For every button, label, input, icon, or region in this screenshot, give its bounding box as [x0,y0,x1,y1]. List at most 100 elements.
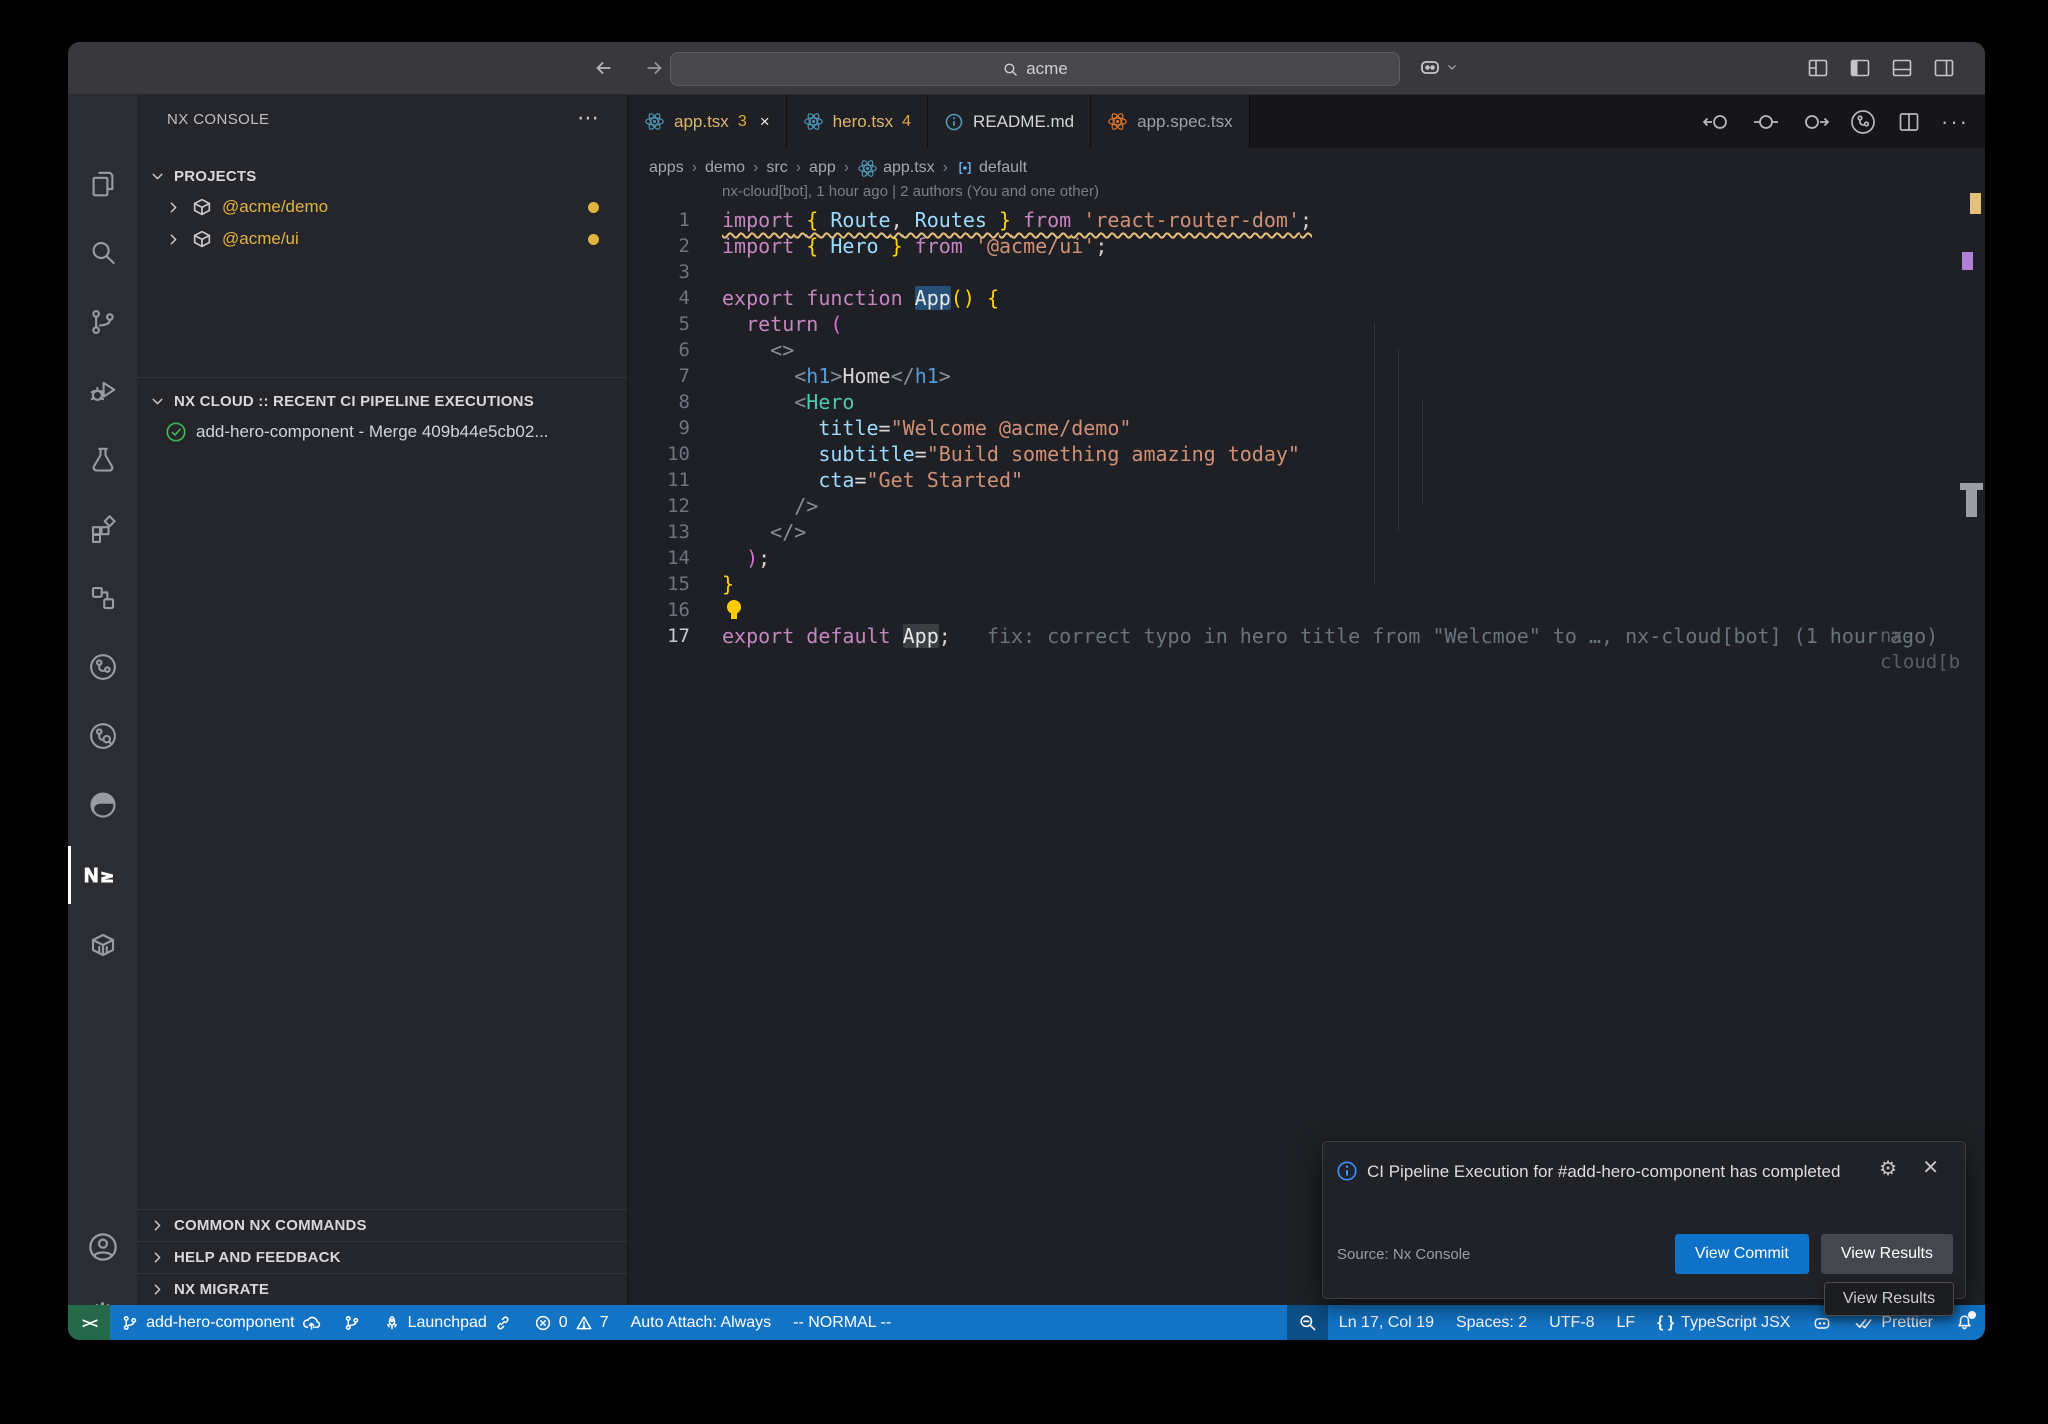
activity-item-commit-search[interactable] [84,717,122,755]
activity-item-run-debug[interactable] [84,372,122,410]
activity-item-explorer[interactable] [84,165,122,203]
branch-icon [343,1314,361,1332]
code-line[interactable]: 3 [628,259,1985,285]
activity-item-account[interactable] [84,1228,122,1266]
code-area[interactable]: 1import { Route, Routes } from 'react-ro… [628,207,1985,649]
problems[interactable]: 07 [523,1305,620,1340]
auto-attach[interactable]: Auto Attach: Always [620,1305,783,1340]
next-revision-button[interactable] [1799,110,1829,134]
activity-item-search[interactable] [84,234,122,272]
link-icon [494,1314,512,1332]
zoom-button[interactable] [1287,1305,1328,1340]
activity-item-source-control[interactable] [84,303,122,341]
git-graph-button[interactable] [332,1305,372,1340]
activity-item-testing[interactable] [84,441,122,479]
vim-mode[interactable]: -- NORMAL -- [782,1305,902,1340]
projects-section: PROJECTS@acme/demo@acme/ui [137,143,627,255]
breadcrumb-item[interactable]: demo [705,159,745,177]
code-line[interactable]: 7 <h1>Home</h1> [628,363,1985,389]
code-line[interactable]: 11 cta="Get Started" [628,467,1985,493]
toggle-secondary-sidebar-button[interactable] [1931,55,1957,81]
code-line[interactable]: 9 title="Welcome @acme/demo" [628,415,1985,441]
code-line[interactable]: 1import { Route, Routes } from 'react-ro… [628,207,1985,233]
remote-indicator[interactable]: >< [68,1305,110,1340]
code-line[interactable]: 12 /> [628,493,1985,519]
activity-item-nx-console[interactable]: N≥ [84,856,122,894]
collapsed-section-help-and-feedback[interactable]: HELP AND FEEDBACK [137,1242,627,1273]
activity-item-containers[interactable] [84,926,122,964]
code-line[interactable]: 14 ); [628,545,1985,571]
git-branch[interactable]: add-hero-component [110,1305,332,1340]
file-history-button[interactable] [1849,108,1877,136]
breadcrumb-item[interactable]: apps [649,159,684,177]
projects-section-header[interactable]: PROJECTS [137,161,627,191]
customize-layout-button[interactable] [1805,55,1831,81]
collapsed-section-nx-migrate[interactable]: NX MIGRATE [137,1274,627,1305]
view-results-button[interactable]: View Results [1821,1234,1953,1274]
layout-sidebar-right-icon [1932,56,1956,80]
encoding[interactable]: UTF-8 [1538,1305,1605,1340]
toggle-panel-button[interactable] [1889,55,1915,81]
launchpad[interactable]: Launchpad [372,1305,523,1340]
line-content: </> [722,519,806,545]
window-zoom-button[interactable] [134,63,149,78]
line-number: 2 [628,233,690,259]
activity-item-git-graph[interactable] [84,648,122,686]
split-editor-button[interactable] [1897,110,1921,134]
code-line[interactable]: 17export default App; fix: correct typo … [628,623,1985,649]
code-line[interactable]: 6 <> [628,337,1985,363]
git-branch-label: add-hero-component [146,1314,295,1332]
code-line[interactable]: 5 return ( [628,311,1985,337]
tab-close-icon[interactable]: × [760,112,770,132]
command-center-search[interactable]: acme [670,52,1400,86]
view-commit-button[interactable]: View Commit [1675,1234,1809,1274]
cursor-position[interactable]: Ln 17, Col 19 [1328,1305,1445,1340]
remote-icon: >< [82,1314,96,1332]
notification-close-icon[interactable]: ✕ [1922,1155,1939,1180]
project-tree-item[interactable]: @acme/ui [137,223,627,255]
code-line[interactable]: 16 [628,597,1985,623]
project-tree-item[interactable]: @acme/demo [137,191,627,223]
tab-app.tsx[interactable]: app.tsx3× [628,95,787,148]
code-line[interactable]: 4export function App() { [628,285,1985,311]
language-mode[interactable]: { }TypeScript JSX [1646,1305,1801,1340]
activity-item-references[interactable] [84,579,122,617]
copilot-menu[interactable] [1418,55,1458,79]
quick-fix-lightbulb-icon[interactable] [724,600,744,620]
breadcrumb-item[interactable]: app.tsx [857,158,935,179]
code-line[interactable]: 2import { Hero } from '@acme/ui'; [628,233,1985,259]
window-minimize-button[interactable] [110,63,125,78]
notification-settings-gear-icon[interactable]: ⚙ [1879,1156,1897,1181]
tab-README.md[interactable]: README.md [928,95,1091,148]
sidebar-more-actions-button[interactable]: ⋯ [577,105,601,131]
eol[interactable]: LF [1605,1305,1646,1340]
layout-panel-icon [1890,56,1914,80]
collapsed-section-common-nx-commands[interactable]: COMMON NX COMMANDS [137,1210,627,1241]
collapsed-sections: COMMON NX COMMANDSHELP AND FEEDBACKNX MI… [137,1209,627,1305]
breadcrumb-item[interactable]: default [956,159,1027,177]
indentation[interactable]: Spaces: 2 [1445,1305,1538,1340]
window-close-button[interactable] [86,63,101,78]
ruler-cursor-mark [1966,490,1977,517]
activity-item-edge-devtools[interactable] [84,786,122,824]
codelens-blame[interactable]: nx-cloud[bot], 1 hour ago | 2 authors (Y… [722,183,1099,207]
previous-revision-button[interactable] [1703,110,1733,134]
line-content: subtitle="Build something amazing today" [722,441,1300,467]
nx-cloud-section-header[interactable]: NX CLOUD :: RECENT CI PIPELINE EXECUTION… [137,386,627,416]
current-revision-button[interactable] [1753,110,1779,134]
navigate-forward-button[interactable] [640,54,668,82]
code-line[interactable]: 13 </> [628,519,1985,545]
pipeline-execution-item[interactable]: add-hero-component - Merge 409b44e5cb02.… [137,416,627,448]
code-line[interactable]: 15} [628,571,1985,597]
more-actions-button[interactable]: ··· [1941,109,1969,135]
activity-item-extensions[interactable] [84,510,122,548]
tab-app.spec.tsx[interactable]: app.spec.tsx [1091,95,1249,148]
line-number: 11 [628,467,690,493]
breadcrumb-item[interactable]: src [766,159,787,177]
toggle-primary-sidebar-button[interactable] [1847,55,1873,81]
code-line[interactable]: 8 <Hero [628,389,1985,415]
tab-hero.tsx[interactable]: hero.tsx4 [787,95,928,148]
navigate-back-button[interactable] [590,54,618,82]
code-line[interactable]: 10 subtitle="Build something amazing tod… [628,441,1985,467]
breadcrumb-item[interactable]: app [809,159,836,177]
